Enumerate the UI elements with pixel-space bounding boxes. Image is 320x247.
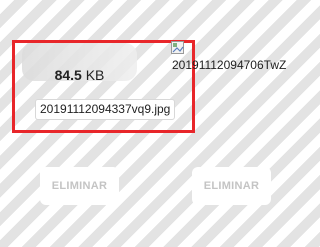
remove-button[interactable]: ELIMINAR bbox=[40, 167, 119, 205]
remove-button[interactable]: ELIMINAR bbox=[192, 167, 271, 205]
file-name-label: 20191112094337vq9.jpg bbox=[35, 99, 176, 120]
broken-image-icon bbox=[171, 41, 185, 55]
file-size-value: 84.5 bbox=[54, 67, 82, 83]
file-thumbnail: 20191112094706TwZ bbox=[171, 39, 320, 73]
thumbnail-alt-text: 20191112094706TwZ bbox=[172, 58, 287, 72]
file-preview-card: 84.5 KB 20191112094337vq9.jpg bbox=[12, 40, 195, 133]
file-size-unit: KB bbox=[85, 67, 105, 83]
file-size-badge: 84.5 KB bbox=[22, 43, 137, 83]
